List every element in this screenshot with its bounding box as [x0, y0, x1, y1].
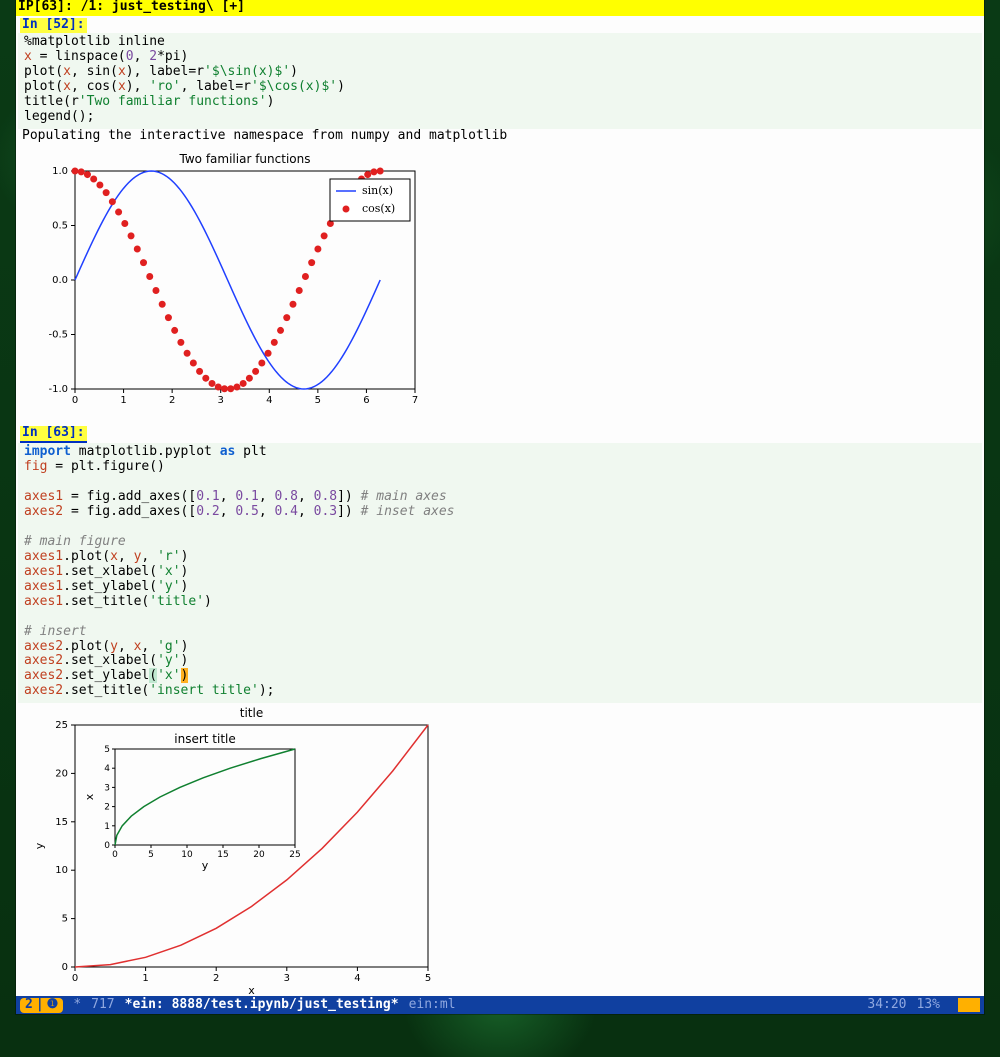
- modeline-percent: 13%: [917, 998, 940, 1013]
- svg-text:1: 1: [120, 395, 126, 406]
- modeline-linecount: 717: [91, 998, 114, 1013]
- svg-text:25: 25: [55, 720, 68, 731]
- svg-text:3: 3: [218, 395, 224, 406]
- modeline-mode: ein:ml: [409, 998, 456, 1013]
- cell-52-code[interactable]: %matplotlib inline x = linspace(0, 2*pi)…: [18, 33, 982, 129]
- svg-text:5: 5: [104, 745, 110, 755]
- svg-text:x: x: [83, 794, 96, 801]
- svg-text:25: 25: [289, 850, 300, 860]
- buffer-content[interactable]: In [52]: %matplotlib inline x = linspace…: [16, 16, 984, 996]
- modeline-badge: 2|❶: [20, 998, 63, 1013]
- svg-text:1: 1: [142, 973, 148, 984]
- svg-text:0: 0: [62, 962, 68, 973]
- modeline: 2|❶ * 717 *ein: 8888/test.ipynb/just_tes…: [16, 996, 984, 1014]
- chart-main-with-inset: title0123450510152025xyinsert title05101…: [20, 705, 440, 996]
- svg-text:20: 20: [55, 769, 68, 780]
- svg-text:4: 4: [354, 973, 360, 984]
- svg-text:title: title: [240, 706, 263, 720]
- svg-text:0.5: 0.5: [52, 221, 68, 232]
- svg-text:-0.5: -0.5: [48, 330, 68, 341]
- frame-titlebar: IP[63]: /1: just_testing\ [+]: [16, 0, 984, 16]
- svg-text:5: 5: [425, 973, 431, 984]
- svg-text:0: 0: [72, 395, 78, 406]
- svg-text:3: 3: [104, 784, 110, 794]
- modeline-star: *: [73, 998, 81, 1013]
- cell-in-52-label: In [52]:: [20, 18, 87, 33]
- svg-text:cos(x): cos(x): [362, 202, 395, 215]
- svg-text:0: 0: [104, 841, 110, 851]
- svg-text:3: 3: [284, 973, 290, 984]
- svg-text:sin(x): sin(x): [362, 184, 393, 197]
- svg-text:0: 0: [112, 850, 118, 860]
- chart-two-familiar-functions: Two familiar functions 0 1 2 3 4 5 6 7 -1.0 -0.5 0.…: [20, 151, 420, 414]
- svg-text:5: 5: [315, 395, 321, 406]
- svg-text:4: 4: [266, 395, 272, 406]
- svg-text:1: 1: [104, 822, 110, 832]
- modeline-buffer-name: *ein: 8888/test.ipynb/just_testing*: [125, 998, 399, 1013]
- svg-text:4: 4: [104, 764, 110, 774]
- svg-text:y: y: [33, 843, 46, 850]
- modeline-endcap: [958, 998, 980, 1012]
- svg-text:0: 0: [72, 973, 78, 984]
- emacs-frame[interactable]: IP[63]: /1: just_testing\ [+] In [52]: %…: [16, 0, 984, 1014]
- svg-text:x: x: [248, 984, 255, 995]
- svg-text:Two familiar functions: Two familiar functions: [179, 152, 311, 166]
- svg-text:10: 10: [55, 865, 68, 876]
- svg-text:20: 20: [253, 850, 265, 860]
- modeline-position: 34:20: [867, 998, 906, 1013]
- svg-text:0.0: 0.0: [52, 275, 68, 286]
- svg-text:5: 5: [62, 914, 68, 925]
- svg-text:insert title: insert title: [174, 732, 236, 746]
- svg-text:7: 7: [412, 395, 418, 406]
- svg-text:10: 10: [181, 850, 193, 860]
- cell-63-code[interactable]: import matplotlib.pyplot as plt fig = pl…: [18, 443, 982, 703]
- svg-text:15: 15: [217, 850, 228, 860]
- svg-text:2: 2: [213, 973, 219, 984]
- svg-text:6: 6: [363, 395, 369, 406]
- svg-text:1.0: 1.0: [52, 166, 68, 177]
- svg-text:2: 2: [169, 395, 175, 406]
- svg-text:2: 2: [104, 803, 110, 813]
- cell-52-stdout: Populating the interactive namespace fro…: [16, 129, 984, 148]
- svg-text:y: y: [202, 859, 209, 872]
- svg-text:-1.0: -1.0: [48, 384, 68, 395]
- svg-text:15: 15: [55, 817, 68, 828]
- cell-in-63-label: In [63]:: [20, 426, 87, 443]
- svg-text:5: 5: [148, 850, 154, 860]
